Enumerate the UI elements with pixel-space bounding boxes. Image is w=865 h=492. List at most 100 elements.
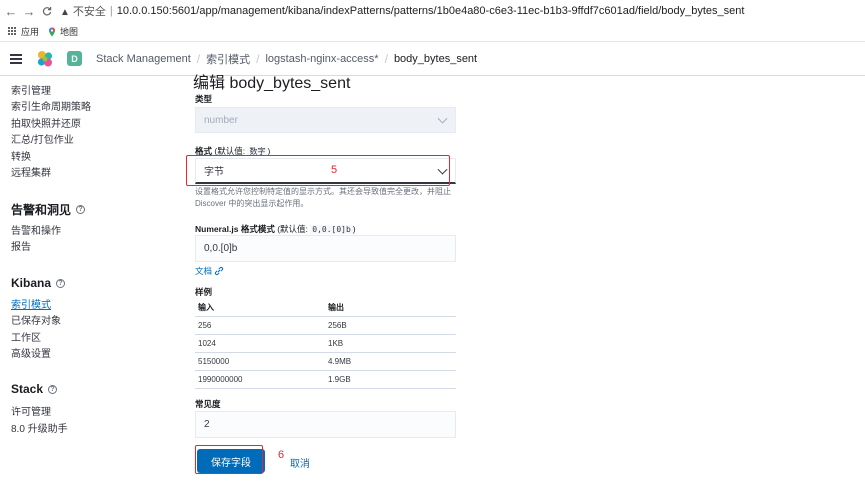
samples-table: 输入 输出 256 256B 1024 1KB 5150000 4.9MB 19… <box>195 300 456 389</box>
sidebar-item-upgrade-assistant[interactable]: 8.0 升级助手 <box>11 420 68 435</box>
sample-input: 5150000 <box>195 352 325 371</box>
sidebar-section-alerts: 告警和洞见 ? <box>11 201 86 218</box>
bookmark-label: 应用 <box>21 27 40 37</box>
sidebar-item-ilm-policies[interactable]: 索引生命周期策略 <box>11 98 91 113</box>
bookmarks-bar: 应用 地图 <box>0 22 865 42</box>
reload-glyph <box>42 6 52 15</box>
kibana-header: D Stack Management / 索引模式 / logstash-ngi… <box>0 42 865 76</box>
sidebar-section-stack: Stack ? <box>11 382 58 396</box>
breadcrumb-index-patterns[interactable]: 索引模式 <box>206 51 250 67</box>
sample-output: 1KB <box>325 334 456 353</box>
sidebar-item-snapshot-restore[interactable]: 拍取快照并还原 <box>11 115 81 130</box>
sample-output: 256B <box>325 316 456 335</box>
help-icon[interactable]: ? <box>76 205 86 214</box>
menu-icon[interactable] <box>10 53 22 64</box>
insecure-indicator[interactable]: ▲ 不安全 <box>60 3 106 19</box>
url-text: 10.0.0.150:5601/app/management/kibana/in… <box>116 5 745 17</box>
sidebar-item-advanced-settings[interactable]: 高级设置 <box>11 345 51 360</box>
maps-icon <box>49 27 56 36</box>
numeral-label-text: Numeral.js 格式模式 <box>195 224 275 234</box>
sample-input: 256 <box>195 316 325 335</box>
table-row: 256 256B <box>195 316 456 335</box>
back-arrow-icon[interactable]: ← <box>2 4 20 19</box>
sidebar-item-saved-objects[interactable]: 已保存对象 <box>11 312 61 327</box>
space-avatar[interactable]: D <box>67 51 82 66</box>
numeral-default-prefix: (默认值: <box>277 224 311 234</box>
table-header-row: 输入 输出 <box>195 300 456 317</box>
annotation-step-6: 6 <box>278 449 285 461</box>
numeral-default-value: 0,0.[0]b <box>310 225 353 234</box>
popularity-input[interactable]: 2 <box>195 411 456 438</box>
bookmark-maps[interactable]: 地图 <box>47 25 78 38</box>
page-title: 编辑 body_bytes_sent <box>193 75 351 92</box>
type-value: number <box>204 114 238 126</box>
popularity-label: 常见度 <box>195 399 221 409</box>
format-value: 字节 <box>204 167 224 178</box>
sidebar-item-workspaces[interactable]: 工作区 <box>11 329 41 344</box>
sample-input: 1024 <box>195 334 325 353</box>
help-icon[interactable]: ? <box>48 384 58 394</box>
docs-link-label: 文档 <box>195 266 213 276</box>
sidebar-item-index-patterns[interactable]: 索引模式 <box>11 296 51 311</box>
format-default-value: 数字 <box>247 147 268 156</box>
save-field-button[interactable]: 保存字段 <box>197 449 265 473</box>
breadcrumb-separator: / <box>384 51 388 66</box>
numeral-label: Numeral.js 格式模式 (默认值: 0,0.[0]b) <box>195 223 356 235</box>
breadcrumb-pattern[interactable]: logstash-nginx-access* <box>265 53 378 65</box>
table-row: 5150000 4.9MB <box>195 352 456 371</box>
field-editor-form: 编辑 body_bytes_sent 类型 number 格式 (默认值: 数字… <box>186 75 865 492</box>
chevron-down-icon <box>437 164 448 175</box>
column-header-output: 输出 <box>325 300 456 317</box>
sidebar-section-title: Kibana <box>11 276 52 290</box>
format-label: 格式 (默认值: 数字) <box>195 145 270 157</box>
sidebar-item-transforms[interactable]: 转换 <box>11 148 31 163</box>
cancel-button[interactable]: 取消 <box>290 455 310 470</box>
column-header-input: 输入 <box>195 300 325 317</box>
bookmark-label: 地图 <box>60 27 79 37</box>
forward-arrow-icon[interactable]: → <box>20 4 38 19</box>
sidebar-section-title: Stack <box>11 382 44 396</box>
apps-grid-icon <box>8 27 17 36</box>
url-separator: | <box>109 5 113 17</box>
breadcrumb-stack-management[interactable]: Stack Management <box>96 53 191 65</box>
format-select[interactable]: 字节 <box>195 158 456 184</box>
type-label: 类型 <box>195 94 213 104</box>
table-row: 1990000000 1.9GB <box>195 370 456 389</box>
table-row: 1024 1KB <box>195 334 456 353</box>
warning-icon: ▲ <box>60 7 70 18</box>
numeral-pattern-input[interactable]: 0,0.[0]b <box>195 235 456 262</box>
sample-output: 1.9GB <box>325 370 456 389</box>
format-default-prefix: (默认值: <box>214 146 248 156</box>
format-label-text: 格式 <box>195 146 213 156</box>
elastic-logo[interactable] <box>36 50 54 68</box>
popularity-value: 2 <box>204 419 210 430</box>
management-sidebar: 索引管理 索引生命周期策略 拍取快照并还原 汇总/打包作业 转换 远程集群 告警… <box>0 77 185 492</box>
numeral-default-suffix: ) <box>352 224 356 234</box>
samples-label: 样例 <box>195 287 213 297</box>
breadcrumb: Stack Management / 索引模式 / logstash-nginx… <box>96 51 477 67</box>
sidebar-item-license-management[interactable]: 许可管理 <box>11 403 51 418</box>
breadcrumb-separator: / <box>196 51 201 66</box>
sidebar-section-kibana: Kibana ? <box>11 276 66 290</box>
breadcrumb-separator: / <box>256 51 260 66</box>
link-icon <box>214 266 224 276</box>
insecure-label: 不安全 <box>72 6 106 18</box>
sidebar-item-rollup-jobs[interactable]: 汇总/打包作业 <box>11 131 74 146</box>
chevron-down-icon <box>437 113 448 124</box>
sidebar-item-reporting[interactable]: 报告 <box>11 238 31 253</box>
docs-link[interactable]: 文档 <box>195 265 224 277</box>
sample-input: 1990000000 <box>195 370 325 389</box>
help-icon[interactable]: ? <box>56 278 66 288</box>
annotation-step-5: 5 <box>331 164 338 176</box>
sidebar-item-index-management[interactable]: 索引管理 <box>11 82 51 97</box>
sidebar-item-remote-clusters[interactable]: 远程集群 <box>11 164 51 179</box>
sidebar-item-rules-connectors[interactable]: 告警和操作 <box>11 222 61 237</box>
sidebar-section-title: 告警和洞见 <box>11 203 72 217</box>
reload-icon[interactable] <box>38 4 56 19</box>
url-field[interactable]: | 10.0.0.150:5601/app/management/kibana/i… <box>110 5 745 17</box>
format-help-text: 设置格式允许您控制特定值的显示方式。其还会导致值完全更改，并阻止 Discove… <box>195 187 451 208</box>
browser-address-bar: ← → ▲ 不安全 | 10.0.0.150:5601/app/management… <box>0 0 865 22</box>
bookmark-apps[interactable]: 应用 <box>8 25 39 38</box>
sample-output: 4.9MB <box>325 352 456 371</box>
format-default-suffix: ) <box>267 146 271 156</box>
